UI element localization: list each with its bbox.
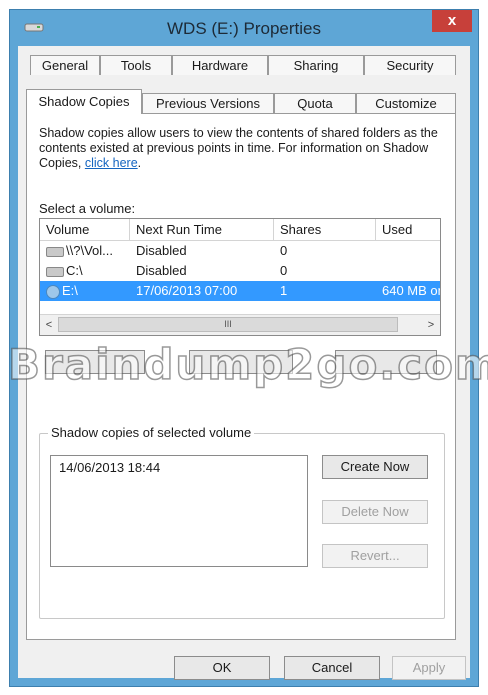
shadow-copies-description: Shadow copies allow users to view the co…: [39, 126, 447, 171]
volume-cell: \\?\Vol...: [46, 241, 130, 261]
volume-name: \\?\Vol...: [66, 243, 113, 258]
delete-now-button[interactable]: Delete Now: [322, 500, 428, 524]
window-title: WDS (E:) Properties: [167, 19, 321, 38]
shadow-copies-list[interactable]: 14/06/2013 18:44: [50, 455, 308, 567]
drive-icon: [46, 266, 64, 277]
close-button[interactable]: x: [432, 10, 472, 32]
scroll-right-button[interactable]: >: [423, 317, 439, 333]
volume-row-selected[interactable]: E:\ 17/06/2013 07:00 1 640 MB on: [40, 281, 440, 301]
column-volume[interactable]: Volume: [40, 219, 130, 240]
windows-drive-icon: [46, 284, 60, 299]
tab-sharing[interactable]: Sharing: [268, 55, 364, 75]
tab-general[interactable]: General: [30, 55, 100, 75]
shadow-copies-group: Shadow copies of selected volume 14/06/2…: [39, 425, 445, 619]
next-run-cell: Disabled: [136, 243, 187, 258]
used-cell: [382, 241, 440, 261]
watermark-text: Braindump2go.com: [7, 339, 488, 390]
used-cell: 640 MB on: [382, 283, 441, 298]
volume-cell: C:\: [46, 261, 130, 281]
volume-row[interactable]: \\?\Vol... Disabled 0: [40, 241, 440, 261]
volume-name: E:\: [62, 283, 78, 298]
ok-button[interactable]: OK: [174, 656, 270, 680]
tab-customize[interactable]: Customize: [356, 93, 456, 113]
volume-cell: E:\: [46, 281, 130, 301]
tab-security[interactable]: Security: [364, 55, 456, 75]
volume-name: C:\: [66, 263, 83, 278]
volume-row[interactable]: C:\ Disabled 0: [40, 261, 440, 281]
title-bar[interactable]: WDS (E:) Properties x: [10, 10, 478, 46]
shares-cell: 1: [280, 283, 288, 298]
description-suffix: .: [137, 156, 142, 170]
cancel-button[interactable]: Cancel: [284, 656, 380, 680]
shares-cell: 0: [280, 243, 288, 258]
scroll-thumb[interactable]: III: [58, 317, 398, 332]
click-here-link[interactable]: click here: [85, 156, 138, 170]
volume-list-header: Volume Next Run Time Shares Used: [40, 219, 440, 241]
shadow-copy-item[interactable]: 14/06/2013 18:44: [51, 456, 307, 479]
column-shares[interactable]: Shares: [274, 219, 376, 240]
tab-tools[interactable]: Tools: [100, 55, 172, 75]
volume-list[interactable]: Volume Next Run Time Shares Used \\?\Vol…: [39, 218, 441, 336]
next-run-cell: 17/06/2013 07:00: [136, 283, 238, 298]
horizontal-scrollbar[interactable]: < III >: [40, 314, 440, 335]
tab-hardware[interactable]: Hardware: [172, 55, 268, 75]
column-next-run-time[interactable]: Next Run Time: [130, 219, 274, 240]
shadow-copies-group-label: Shadow copies of selected volume: [48, 425, 255, 440]
tab-shadow-copies[interactable]: Shadow Copies: [26, 89, 142, 114]
tab-previous-versions[interactable]: Previous Versions: [142, 93, 274, 113]
scroll-left-button[interactable]: <: [41, 317, 57, 333]
apply-button[interactable]: Apply: [392, 656, 466, 680]
tab-quota[interactable]: Quota: [274, 93, 356, 113]
next-run-cell: Disabled: [136, 263, 187, 278]
shares-cell: 0: [280, 263, 288, 278]
column-used[interactable]: Used: [376, 219, 440, 240]
create-now-button[interactable]: Create Now: [322, 455, 428, 479]
drive-icon: [46, 246, 64, 257]
select-volume-label: Select a volume:: [39, 201, 136, 216]
used-cell: [382, 261, 440, 281]
revert-button[interactable]: Revert...: [322, 544, 428, 568]
